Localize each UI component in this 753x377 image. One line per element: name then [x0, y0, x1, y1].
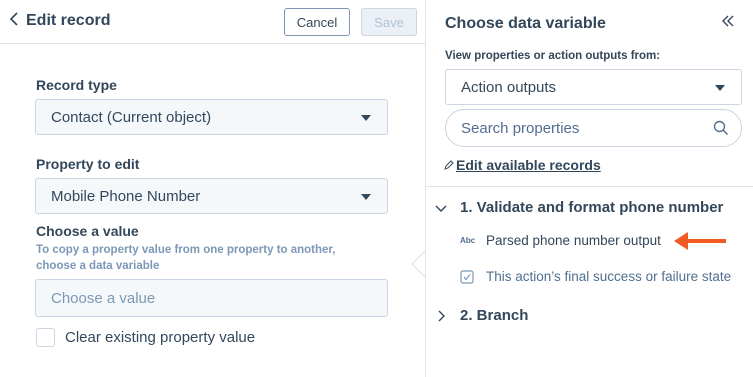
property-to-edit-label: Property to edit: [36, 156, 140, 172]
source-label: View properties or action outputs from:: [445, 50, 661, 62]
record-type-value: Contact (Current object): [51, 109, 212, 126]
double-chevron-left-icon[interactable]: [721, 14, 735, 33]
edit-available-records-link[interactable]: Edit available records: [444, 157, 601, 173]
property-to-edit-select[interactable]: Mobile Phone Number: [35, 178, 388, 214]
search-placeholder: Search properties: [461, 120, 580, 137]
chevron-left-icon[interactable]: [9, 12, 18, 29]
caret-down-icon: [715, 85, 725, 91]
list-item-success-state[interactable]: This action’s final success or failure s…: [460, 269, 731, 284]
group-validate-phone[interactable]: 1. Validate and format phone number: [434, 199, 723, 216]
divider: [426, 186, 753, 187]
clear-value-checkbox[interactable]: [36, 328, 55, 347]
edit-record-header: Edit record Cancel Save: [0, 0, 425, 44]
cancel-button[interactable]: Cancel: [284, 8, 350, 36]
chevron-right-icon: [438, 310, 445, 321]
page-title: Edit record: [26, 12, 111, 29]
save-button[interactable]: Save: [361, 8, 417, 36]
edit-link-label: Edit available records: [456, 157, 601, 173]
property-to-edit-value: Mobile Phone Number: [51, 188, 201, 205]
choose-value-input[interactable]: Choose a value: [35, 279, 388, 317]
list-item-label: This action’s final success or failure s…: [486, 269, 732, 284]
choose-value-label: Choose a value: [36, 223, 139, 239]
group-branch[interactable]: 2. Branch: [434, 307, 528, 324]
caret-down-icon: [361, 115, 371, 121]
clear-value-label: Clear existing property value: [65, 329, 256, 346]
caret-down-icon: [361, 194, 371, 200]
group-title: 1. Validate and format phone number: [460, 199, 724, 216]
checkbox-icon: [460, 269, 474, 284]
record-type-label: Record type: [36, 77, 117, 93]
search-input[interactable]: Search properties: [445, 109, 742, 147]
choose-data-variable-panel: Choose data variable View properties or …: [425, 0, 753, 377]
list-item-label: Parsed phone number output: [486, 233, 661, 248]
text-type-badge: Abc: [460, 236, 476, 245]
group-title: 2. Branch: [460, 307, 529, 324]
record-type-select[interactable]: Contact (Current object): [35, 99, 388, 135]
search-icon: [713, 120, 728, 135]
chevron-down-icon: [435, 205, 447, 212]
list-item-parsed-phone[interactable]: Abc Parsed phone number output: [460, 233, 661, 248]
pencil-icon: [444, 160, 454, 170]
annotation-arrow-icon: [674, 232, 726, 250]
source-select[interactable]: Action outputs: [445, 69, 742, 105]
source-value: Action outputs: [461, 79, 557, 96]
panel-title: Choose data variable: [445, 15, 606, 32]
choose-value-placeholder: Choose a value: [51, 290, 156, 307]
choose-value-help: To copy a property value from one proper…: [36, 244, 336, 272]
edit-record-panel: Edit record Cancel Save Record type Cont…: [0, 0, 425, 377]
